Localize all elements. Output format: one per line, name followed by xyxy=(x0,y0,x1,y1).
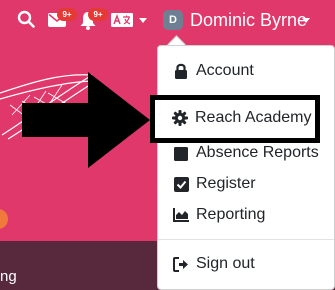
language-dropdown-caret[interactable] xyxy=(139,18,147,23)
background-text-fragment: ng xyxy=(0,268,17,285)
search-icon[interactable] xyxy=(17,10,35,33)
mail-count-badge: 9+ xyxy=(57,8,77,21)
calendar-icon xyxy=(173,145,189,161)
lock-icon xyxy=(173,63,189,79)
menu-item-label: Reach Academy xyxy=(195,109,312,126)
menu-item-label: Register xyxy=(196,175,256,192)
translate-icon[interactable] xyxy=(111,13,133,32)
menu-item-sign-out[interactable]: Sign out xyxy=(158,250,335,278)
menu-item-label: Account xyxy=(196,62,254,79)
sign-out-icon xyxy=(173,256,189,272)
menu-item-reporting[interactable]: Reporting xyxy=(158,201,335,229)
user-dropdown-menu: Account Absence Reports Register Reporti… xyxy=(157,45,335,290)
user-name-menu-toggle[interactable]: Dominic Byrne xyxy=(190,10,307,31)
menu-item-account[interactable]: Account xyxy=(158,57,335,85)
annotation-arrow xyxy=(22,72,150,168)
orange-circle-decoration xyxy=(0,209,8,229)
user-avatar[interactable]: D xyxy=(163,10,183,30)
menu-item-reach-academy[interactable]: Reach Academy xyxy=(157,104,317,132)
menu-item-label: Reporting xyxy=(196,206,266,223)
checkbox-icon xyxy=(173,176,189,192)
menu-item-label: Absence Reports xyxy=(196,144,319,161)
notification-count-badge: 9+ xyxy=(88,8,108,21)
user-dropdown-caret[interactable] xyxy=(302,18,310,23)
menu-item-label: Sign out xyxy=(196,255,255,272)
menu-item-register[interactable]: Register xyxy=(158,170,335,198)
menu-item-absence-reports[interactable]: Absence Reports xyxy=(158,139,335,167)
gear-icon xyxy=(172,110,188,126)
chart-icon xyxy=(173,207,189,223)
menu-divider xyxy=(158,239,334,240)
